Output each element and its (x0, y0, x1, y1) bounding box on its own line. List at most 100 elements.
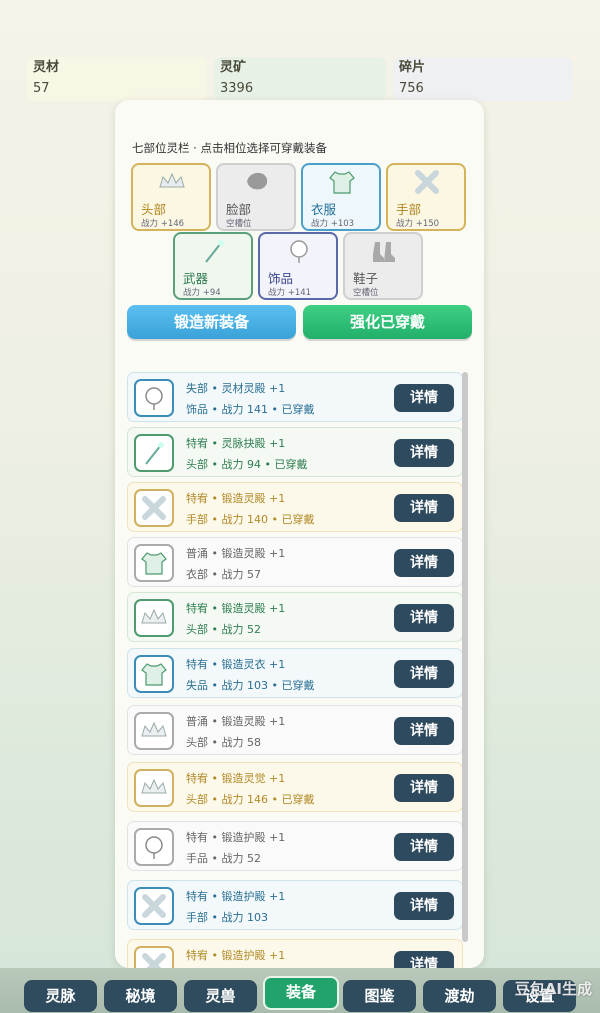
crown-icon (159, 172, 185, 188)
item-meta: 头部 • 战力 52 (186, 623, 261, 636)
resource-value: 3396 (220, 81, 254, 96)
crown-icon (134, 599, 174, 637)
tab-dujie[interactable]: 渡劫 (423, 980, 496, 1012)
resource-label: 灵矿 (220, 60, 247, 75)
crown-icon (134, 769, 174, 807)
mask-icon (247, 172, 268, 190)
slot-name: 衣服 (311, 202, 337, 217)
bottom-nav: 灵脉 秘境 灵兽 装备 图鉴 渡劫 设置 (0, 968, 600, 1013)
item-title: 特有 • 锻造护殿 +1 (186, 890, 286, 903)
item-meta: 手部 • 战力 103 (186, 911, 268, 924)
gauntlet-icon (415, 170, 439, 194)
item-meta: 手部 • 战力 140 • 已穿戴 (186, 513, 315, 526)
slot-power: 战力 +141 (268, 288, 312, 298)
equipment-item[interactable]: 特宥 • 锻造灵觉 +1 头部 • 战力 146 • 已穿戴 详情 (127, 762, 463, 812)
item-meta: 失品 • 战力 103 • 已穿戴 (186, 679, 315, 692)
item-meta: 头部 • 战力 146 • 已穿戴 (186, 793, 315, 806)
item-title: 特宥 • 锻造灵殿 +1 (186, 492, 286, 505)
resource-card-material: 灵材 57 (27, 57, 207, 101)
item-title: 特有 • 锻造护殿 +1 (186, 831, 286, 844)
slot-accessory[interactable]: 饰品 战力 +141 (258, 232, 338, 300)
tab-tujian[interactable]: 图鉴 (343, 980, 416, 1012)
detail-button[interactable]: 详情 (394, 439, 454, 467)
tab-equipment[interactable]: 装备 (263, 976, 339, 1010)
slot-weapon[interactable]: 武器 战力 +94 (173, 232, 253, 300)
amulet-icon (290, 240, 308, 263)
item-meta: 饰品 • 战力 141 • 已穿戴 (186, 403, 315, 416)
forge-new-button[interactable]: 锻造新装备 (127, 305, 296, 339)
item-meta: 手品 • 战力 52 (186, 852, 261, 865)
gauntlet-icon (134, 489, 174, 527)
staff-icon (134, 434, 174, 472)
item-title: 失部 • 灵材灵殿 +1 (186, 382, 286, 395)
detail-button[interactable]: 详情 (394, 494, 454, 522)
equipment-item[interactable]: 失部 • 灵材灵殿 +1 饰品 • 战力 141 • 已穿戴 详情 (127, 372, 463, 422)
slot-face[interactable]: 脸部 空槽位 (216, 163, 296, 231)
detail-button[interactable]: 详情 (394, 833, 454, 861)
gauntlet-icon (134, 887, 174, 925)
equipment-item[interactable]: 特有 • 锻造护殿 +1 手品 • 战力 52 详情 (127, 821, 463, 871)
detail-button[interactable]: 详情 (394, 892, 454, 920)
item-title: 特宥 • 灵脉抉殿 +1 (186, 437, 286, 450)
staff-icon (205, 240, 224, 263)
item-title: 普涌 • 锻造灵殿 +1 (186, 547, 286, 560)
equipment-item[interactable]: 特宥 • 锻造护殿 +1 详情 (127, 939, 463, 968)
equipment-item[interactable]: 特有 • 锻造护殿 +1 手部 • 战力 103 详情 (127, 880, 463, 930)
slot-power: 战力 +94 (183, 288, 221, 298)
armor-icon (329, 171, 355, 194)
item-title: 特有 • 锻造灵衣 +1 (186, 658, 286, 671)
item-meta: 头部 • 战力 58 (186, 736, 261, 749)
crown-icon (134, 712, 174, 750)
resource-value: 756 (399, 81, 424, 96)
armor-icon (134, 655, 174, 693)
item-meta: 衣部 • 战力 57 (186, 568, 261, 581)
resource-card-ore: 灵矿 3396 (214, 57, 386, 101)
detail-button[interactable]: 详情 (394, 951, 454, 968)
slot-clothes[interactable]: 衣服 战力 +103 (301, 163, 381, 231)
slot-power: 空槽位 (353, 288, 379, 298)
slot-shoes[interactable]: 鞋子 空槽位 (343, 232, 423, 300)
detail-button[interactable]: 详情 (394, 717, 454, 745)
slot-name: 鞋子 (353, 271, 379, 286)
tab-mijing[interactable]: 秘境 (104, 980, 177, 1012)
item-title: 特宥 • 锻造灵殿 +1 (186, 602, 286, 615)
equipment-panel: 七部位灵栏 · 点击相位选择可穿戴装备 头部 战力 +146 脸部 空槽位 衣服… (115, 100, 484, 968)
slot-hands[interactable]: 手部 战力 +150 (386, 163, 466, 231)
slot-name: 武器 (183, 271, 209, 286)
item-title: 特宥 • 锻造护殿 +1 (186, 949, 286, 962)
slot-head[interactable]: 头部 战力 +146 (131, 163, 211, 231)
detail-button[interactable]: 详情 (394, 384, 454, 412)
slot-name: 手部 (396, 202, 422, 217)
amulet-icon (134, 379, 174, 417)
equipment-item[interactable]: 普涌 • 锻造灵殿 +1 衣部 • 战力 57 详情 (127, 537, 463, 587)
equipment-item[interactable]: 特宥 • 灵脉抉殿 +1 头部 • 战力 94 • 已穿戴 详情 (127, 427, 463, 477)
detail-button[interactable]: 详情 (394, 549, 454, 577)
tab-lingmai[interactable]: 灵脉 (24, 980, 97, 1012)
panel-title: 七部位灵栏 · 点击相位选择可穿戴装备 (132, 141, 327, 155)
slot-power: 战力 +146 (141, 219, 185, 229)
equipment-item[interactable]: 特宥 • 锻造灵殿 +1 头部 • 战力 52 详情 (127, 592, 463, 642)
equipment-item[interactable]: 普涌 • 锻造灵殿 +1 头部 • 战力 58 详情 (127, 705, 463, 755)
slot-power: 战力 +103 (311, 219, 355, 229)
list-scrollbar[interactable] (462, 372, 468, 942)
resource-label: 碎片 (399, 60, 426, 75)
item-meta: 头部 • 战力 94 • 已穿戴 (186, 458, 308, 471)
item-title: 特宥 • 锻造灵觉 +1 (186, 772, 286, 785)
detail-button[interactable]: 详情 (394, 774, 454, 802)
equipment-item[interactable]: 特宥 • 锻造灵殿 +1 手部 • 战力 140 • 已穿戴 详情 (127, 482, 463, 532)
amulet-icon (134, 828, 174, 866)
slot-name: 脸部 (226, 202, 252, 217)
tab-lingshou[interactable]: 灵兽 (184, 980, 257, 1012)
slot-power: 战力 +150 (396, 219, 440, 229)
enhance-worn-button[interactable]: 强化已穿戴 (303, 305, 472, 339)
resource-label: 灵材 (33, 60, 60, 75)
armor-icon (134, 544, 174, 582)
resource-value: 57 (33, 81, 50, 96)
gauntlet-icon (134, 946, 174, 968)
slot-name: 头部 (141, 202, 167, 217)
equipment-item[interactable]: 特有 • 锻造灵衣 +1 失品 • 战力 103 • 已穿戴 详情 (127, 648, 463, 698)
detail-button[interactable]: 详情 (394, 660, 454, 688)
resource-card-shards: 碎片 756 (393, 57, 573, 101)
detail-button[interactable]: 详情 (394, 604, 454, 632)
slot-name: 饰品 (268, 271, 294, 286)
